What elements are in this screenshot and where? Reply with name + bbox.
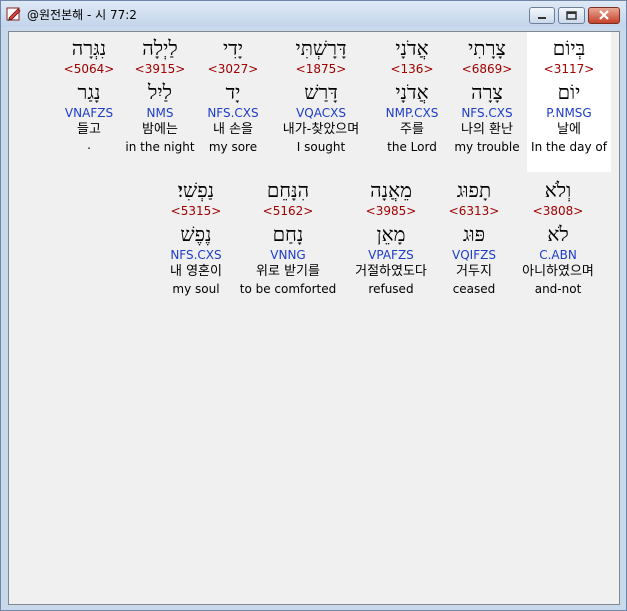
morphology-code: VPAFZS (368, 248, 414, 262)
strong-number[interactable]: <3915> (125, 61, 195, 77)
morphology-code: VNAFZS (64, 106, 114, 120)
morphology-code: NFS.CXS (207, 106, 259, 120)
english-gloss: my sore (208, 140, 258, 154)
korean-gloss: 내가-찾았으며 (282, 122, 360, 137)
period-mark: . (87, 138, 91, 152)
strong-number[interactable]: <3985> (343, 203, 439, 219)
strong-number[interactable]: <5162> (239, 203, 337, 219)
word-block[interactable]: תָפוּג <6313> פּוּג VQIFZS 거두지 ceased (445, 174, 503, 314)
hebrew-word: יָדִי (222, 36, 244, 60)
morphology-code: NMS (146, 106, 174, 120)
korean-gloss: 내 손을 (212, 122, 253, 137)
hebrew-lemma: צָרָה (471, 80, 503, 104)
english-gloss: to be comforted (239, 282, 337, 296)
minimize-icon (538, 17, 546, 19)
interlinear-view: בְּיוֹם <3117> יוֹם P.NMSG 날에 In the day… (8, 31, 620, 605)
maximize-button[interactable] (558, 7, 585, 24)
pen-book-icon (6, 7, 21, 21)
word-block[interactable]: מֵאֲנָה <3985> מָאֵן VPAFZS 거절하였도다 refus… (343, 174, 439, 314)
hebrew-lemma: נָגַר (77, 80, 101, 104)
hebrew-word: הִנָּחֵם (266, 178, 310, 202)
word-block[interactable]: דָּרָשְׁתִּי <1875> דָּרַשׁ VQACXS 내가-찾았… (271, 32, 371, 172)
english-gloss: in the night (125, 140, 195, 154)
hebrew-lemma: דָּרַשׁ (304, 80, 338, 104)
english-gloss: the Lord (387, 140, 437, 154)
morphology-code: VNNG (270, 248, 306, 262)
hebrew-word: צָרָתִי (468, 36, 506, 60)
hebrew-word: תָפוּג (456, 178, 492, 202)
word-block[interactable]: אֲדֹנָי <136> אֲדֹנָי NMP.CXS 주를 the Lor… (377, 32, 447, 172)
morphology-code: NMP.CXS (385, 106, 439, 120)
hebrew-word: וְלֹא (544, 178, 572, 202)
korean-gloss: 밤에는 (142, 122, 178, 137)
morphology-code: P.NMSG (546, 106, 592, 120)
english-gloss: ceased (452, 282, 496, 296)
hebrew-lemma: נָחַם (272, 222, 304, 246)
hebrew-word: דָּרָשְׁתִּי (295, 36, 347, 60)
hebrew-word: נַפְשִׁי׃ (177, 178, 215, 202)
morphology-code: NFS.CXS (461, 106, 513, 120)
korean-gloss: 거절하였도다 (355, 264, 427, 279)
korean-gloss: 위로 받기를 (256, 264, 320, 279)
hebrew-lemma: אֲדֹנָי (395, 80, 429, 104)
korean-gloss: 날에 (557, 122, 581, 137)
hebrew-word: בְּיוֹם (552, 36, 586, 60)
close-button[interactable] (588, 7, 620, 24)
title-bar[interactable]: @원전본해 - 시 77:2 (1, 1, 626, 27)
morphology-code: VQIFZS (452, 248, 496, 262)
hebrew-lemma: פּוּג (462, 222, 486, 246)
word-block[interactable]: נִגְּרָה <5064> נָגַר VNAFZS 들고 . (59, 32, 119, 172)
strong-number[interactable]: <5315> (159, 203, 233, 219)
korean-gloss: 내 영혼이 (170, 264, 222, 279)
strong-number[interactable]: <1875> (271, 61, 371, 77)
strong-number[interactable]: <5064> (59, 61, 119, 77)
korean-gloss: 거두지 (456, 264, 492, 279)
hebrew-word: מֵאֲנָה (370, 178, 412, 202)
word-block[interactable]: לַיְלָה <3915> לַיִל NMS 밤에는 in the nigh… (125, 32, 195, 172)
english-gloss: In the day of (531, 140, 607, 154)
word-block[interactable]: צָרָתִי <6869> צָרָה NFS.CXS 나의 환난 my tr… (450, 32, 524, 172)
word-block[interactable]: יָדִי <3027> יָד NFS.CXS 내 손을 my sore (201, 32, 265, 172)
english-gloss: my soul (172, 282, 220, 296)
close-icon (599, 10, 609, 20)
word-block[interactable]: הִנָּחֵם <5162> נָחַם VNNG 위로 받기를 to be … (239, 174, 337, 314)
minimize-button[interactable] (529, 7, 555, 24)
hebrew-lemma: לֹא (547, 222, 569, 246)
strong-number[interactable]: <3027> (201, 61, 265, 77)
strong-number[interactable]: <3117> (527, 61, 611, 77)
korean-gloss: 주를 (400, 122, 424, 137)
strong-number[interactable]: <6313> (445, 203, 503, 219)
hebrew-lemma: נֶפֶשׁ (180, 222, 212, 246)
hebrew-lemma: יוֹם (557, 80, 581, 104)
maximize-icon (566, 11, 577, 20)
morphology-code: C.ABN (539, 248, 577, 262)
english-gloss: I sought (296, 140, 346, 154)
hebrew-lemma: לַיִל (148, 80, 172, 104)
hebrew-lemma: מָאֵן (376, 222, 406, 246)
morphology-code: NFS.CXS (170, 248, 222, 262)
word-block[interactable]: וְלֹא <3808> לֹא C.ABN 아니하였으며 and-not (509, 174, 607, 314)
morphology-code: VQACXS (296, 106, 346, 120)
word-block[interactable]: נַפְשִׁי׃ <5315> נֶפֶשׁ NFS.CXS 내 영혼이 my… (159, 174, 233, 314)
hebrew-word: אֲדֹנָי (395, 36, 429, 60)
english-gloss: my trouble (454, 140, 520, 154)
hebrew-word: נִגְּרָה (71, 36, 107, 60)
korean-gloss: 나의 환난 (461, 122, 513, 137)
english-gloss: refused (368, 282, 414, 296)
strong-number[interactable]: <3808> (509, 203, 607, 219)
strong-number[interactable]: <6869> (450, 61, 524, 77)
app-window: @원전본해 - 시 77:2 בְּיוֹם <3117> יוֹם P.NMS… (0, 0, 627, 611)
hebrew-lemma: יָד (225, 80, 241, 104)
korean-gloss: 들고 (77, 122, 101, 137)
strong-number[interactable]: <136> (377, 61, 447, 77)
english-gloss: and-not (534, 282, 582, 296)
word-block[interactable]: בְּיוֹם <3117> יוֹם P.NMSG 날에 In the day… (527, 32, 611, 172)
korean-gloss: 아니하였으며 (522, 264, 594, 279)
hebrew-word: לַיְלָה (142, 36, 178, 60)
window-title: @원전본해 - 시 77:2 (27, 8, 137, 22)
